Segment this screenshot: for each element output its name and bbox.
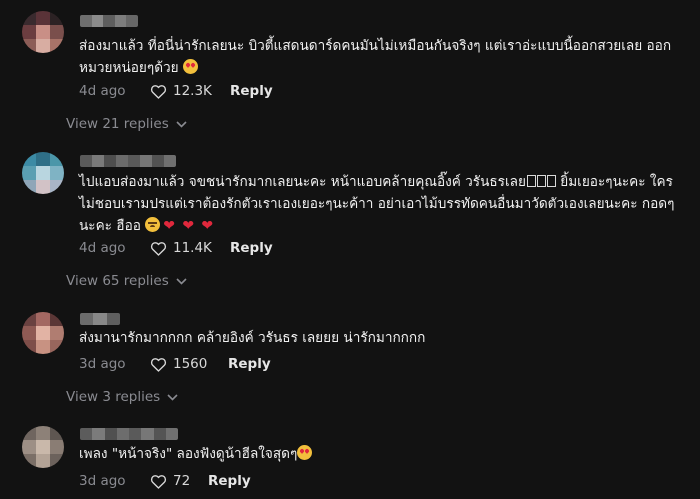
red-heart-emoji: ❤ — [182, 218, 195, 234]
chevron-down-icon — [176, 120, 187, 128]
comment-text-body: ส่งมานารักมากกกก คล้ายอิงค์ วรันธร เลยยย… — [79, 330, 426, 346]
comment-text-body: ไปแอบส่องมาแล้ว จขชน่ารักมากเลยนะคะ หน้า… — [79, 174, 526, 190]
heart-outline-icon — [150, 357, 167, 372]
comment-time: 4d ago — [79, 83, 126, 99]
like-count: 11.4K — [173, 240, 212, 256]
avatar[interactable] — [22, 152, 64, 194]
username-blurred[interactable] — [80, 428, 178, 440]
smiling-face-with-hearts-emoji — [297, 445, 313, 460]
red-heart-emoji: ❤ — [163, 218, 175, 234]
view-replies-button[interactable]: View 65 replies — [66, 273, 187, 289]
view-replies-button[interactable]: View 21 replies — [66, 116, 187, 132]
reply-button[interactable]: Reply — [208, 473, 251, 489]
like-button[interactable]: 1560 — [150, 356, 228, 372]
like-button[interactable]: 11.4K — [150, 240, 230, 256]
like-count: 12.3K — [173, 83, 212, 99]
comment-time: 4d ago — [79, 240, 126, 256]
chevron-down-icon — [176, 277, 187, 285]
username-blurred[interactable] — [80, 155, 176, 167]
smiling-face-with-hearts-emoji — [182, 59, 198, 74]
view-replies-label: View 65 replies — [66, 273, 169, 289]
heart-outline-icon — [150, 84, 167, 99]
comment-text-body: เพลง "หน้าจริง" ลองฟังดูน้าฮีลใจสุดๆ — [79, 446, 298, 462]
like-count: 72 — [173, 473, 191, 489]
missing-glyph-icon — [526, 175, 536, 187]
comment-meta: 3d ago 1560 Reply — [79, 354, 271, 374]
comment-text: เพลง "หน้าจริง" ลองฟังดูน้าฮีลใจสุดๆ — [79, 443, 679, 465]
comment-item: ส่งมานารักมากกกก คล้ายอิงค์ วรันธร เลยยย… — [0, 298, 700, 414]
like-button[interactable]: 72 — [150, 473, 208, 489]
comment-meta: 4d ago 11.4K Reply — [79, 238, 273, 258]
comment-text: ส่องมาแล้ว ที่อนี่น่ารักเลยนะ บิวตี้แสดน… — [79, 35, 679, 79]
heart-outline-icon — [150, 241, 167, 256]
comment-meta: 4d ago 12.3K Reply — [79, 81, 273, 101]
comment-meta: 3d ago 72 Reply — [79, 471, 251, 491]
missing-glyph-icon — [546, 175, 556, 187]
avatar[interactable] — [22, 11, 64, 53]
reply-button[interactable]: Reply — [228, 356, 271, 372]
username-blurred[interactable] — [80, 313, 120, 325]
view-replies-label: View 3 replies — [66, 389, 161, 405]
missing-glyph-icon — [536, 175, 546, 187]
comment-text: ไปแอบส่องมาแล้ว จขชน่ารักมากเลยนะคะ หน้า… — [79, 171, 685, 237]
comment-item: ส่องมาแล้ว ที่อนี่น่ารักเลยนะ บิวตี้แสดน… — [0, 0, 700, 140]
like-count: 1560 — [173, 356, 208, 372]
comment-text: ส่งมานารักมากกกก คล้ายอิงค์ วรันธร เลยยย… — [79, 327, 679, 349]
view-replies-button[interactable]: View 3 replies — [66, 389, 178, 405]
username-blurred[interactable] — [80, 15, 138, 27]
like-button[interactable]: 12.3K — [150, 83, 230, 99]
comment-time: 3d ago — [79, 473, 126, 489]
reply-button[interactable]: Reply — [230, 83, 273, 99]
comment-time: 3d ago — [79, 356, 126, 372]
comment-item: เพลง "หน้าจริง" ลองฟังดูน้าฮีลใจสุดๆ 3d … — [0, 414, 700, 499]
comment-item: ไปแอบส่องมาแล้ว จขชน่ารักมากเลยนะคะ หน้า… — [0, 140, 700, 298]
heart-outline-icon — [150, 474, 167, 489]
avatar[interactable] — [22, 426, 64, 468]
sad-face-emoji — [145, 217, 161, 232]
view-replies-label: View 21 replies — [66, 116, 169, 132]
red-heart-emoji: ❤ — [201, 218, 214, 234]
reply-button[interactable]: Reply — [230, 240, 273, 256]
avatar[interactable] — [22, 312, 64, 354]
comment-text-body: ส่องมาแล้ว ที่อนี่น่ารักเลยนะ บิวตี้แสดน… — [79, 38, 672, 76]
chevron-down-icon — [167, 393, 178, 401]
